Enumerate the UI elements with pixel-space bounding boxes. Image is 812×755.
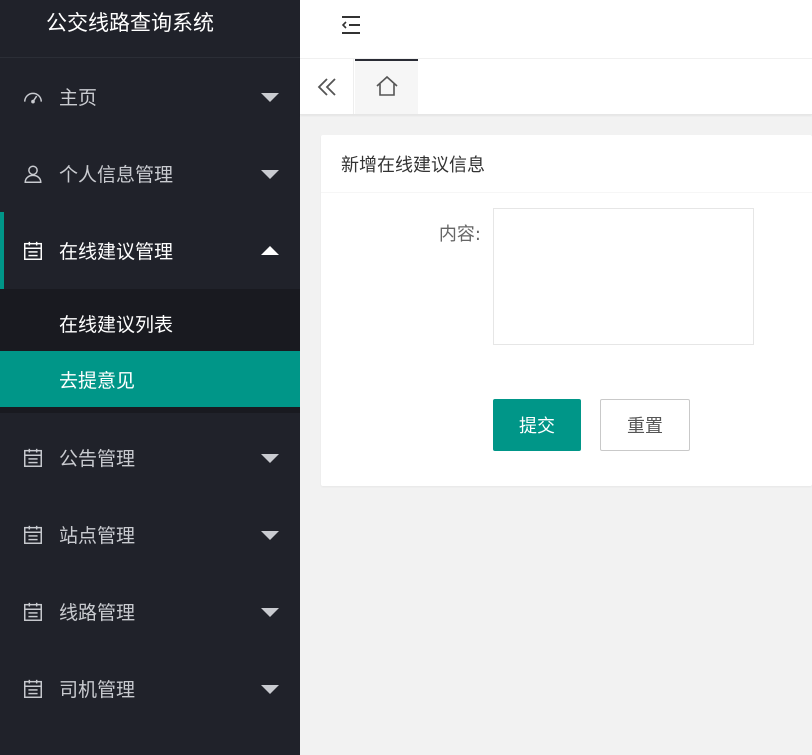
suggestion-form-card: 新增在线建议信息 内容: 提交 重置 <box>321 135 812 486</box>
tab-home[interactable] <box>355 59 418 114</box>
chevron-up-icon <box>261 245 279 255</box>
sidebar-item-drivers[interactable]: 司机管理 <box>0 650 300 727</box>
calendar-icon <box>22 678 44 700</box>
reset-button[interactable]: 重置 <box>600 399 690 451</box>
tab-bar <box>300 59 812 115</box>
calendar-icon <box>22 447 44 469</box>
chevron-down-icon <box>261 92 279 102</box>
sidebar-item-suggestions[interactable]: 在线建议管理 <box>0 212 300 289</box>
sidebar-item-profile[interactable]: 个人信息管理 <box>0 135 300 212</box>
chevron-down-icon <box>261 530 279 540</box>
app-logo: 公交线路查询系统 <box>0 0 300 58</box>
sidebar-item-routes[interactable]: 线路管理 <box>0 573 300 650</box>
home-icon <box>375 74 399 102</box>
user-icon <box>22 163 44 185</box>
submenu-item-give-suggestion[interactable]: 去提意见 <box>0 351 300 407</box>
calendar-icon <box>22 601 44 623</box>
submenu-item-label: 去提意见 <box>59 369 136 392</box>
chevron-down-icon <box>261 684 279 694</box>
chevron-down-icon <box>261 607 279 617</box>
submenu-item-suggestion-list[interactable]: 在线建议列表 <box>0 289 300 351</box>
content-label: 内容: <box>438 224 481 245</box>
chevron-down-icon <box>261 169 279 179</box>
double-chevron-left-icon[interactable] <box>300 59 354 114</box>
card-title: 新增在线建议信息 <box>321 135 812 193</box>
sidebar-item-home[interactable]: 主页 <box>0 58 300 135</box>
dashboard-icon <box>22 86 44 108</box>
content-textarea[interactable] <box>493 208 754 345</box>
top-header <box>300 0 812 59</box>
chevron-down-icon <box>261 453 279 463</box>
submenu-item-label: 在线建议列表 <box>59 313 174 336</box>
app-title: 公交线路查询系统 <box>46 10 214 35</box>
sidebar-item-stations[interactable]: 站点管理 <box>0 496 300 573</box>
sidebar-item-notices[interactable]: 公告管理 <box>0 419 300 496</box>
submenu-suggestions: 在线建议列表 去提意见 <box>0 289 300 413</box>
sidebar: 公交线路查询系统 主页 个人信息管理 在线建议管理 在线建议列表 去提意见 公告… <box>0 0 300 755</box>
submit-button[interactable]: 提交 <box>493 399 581 451</box>
calendar-icon <box>22 240 44 262</box>
menu-fold-icon[interactable] <box>340 14 362 36</box>
calendar-icon <box>22 524 44 546</box>
